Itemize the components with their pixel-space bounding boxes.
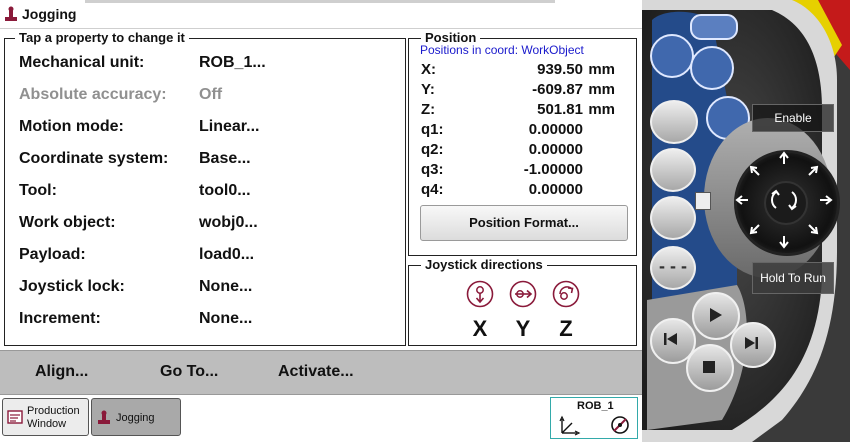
property-label: Work object: xyxy=(19,214,116,231)
increment-off-icon xyxy=(611,416,629,434)
position-label: Y: xyxy=(421,81,435,98)
position-row-q1: q1: 0.00000 xyxy=(421,120,621,140)
hold-to-run-label: Hold To Run xyxy=(760,271,826,285)
property-label: Joystick lock: xyxy=(19,278,125,295)
property-label: Coordinate system: xyxy=(19,150,169,167)
position-row-x: X: 939.50 mm xyxy=(421,60,621,80)
enable-button[interactable]: Enable xyxy=(752,104,834,132)
position-value: 0.00000 xyxy=(528,181,583,198)
taskbar: Production Window Jogging ROB_1 xyxy=(0,394,642,442)
goto-button[interactable]: Go To... xyxy=(160,363,218,381)
coordinate-system-icon xyxy=(559,415,581,436)
position-label: Z: xyxy=(421,101,436,118)
jogging-icon xyxy=(5,6,17,21)
command-bar: Align... Go To... Activate... xyxy=(0,350,642,395)
step-backward-icon xyxy=(664,333,677,345)
quickset-mech-unit[interactable]: ROB_1 xyxy=(550,397,638,439)
window-title: Jogging xyxy=(22,6,77,22)
joystick-directions-group: Joystick directions X Y Z xyxy=(408,257,637,346)
increment-dash-icon: - - - xyxy=(659,256,687,276)
stop-icon xyxy=(703,361,715,373)
property-value: load0... xyxy=(199,246,255,263)
position-unit: mm xyxy=(588,101,615,118)
property-value: wobj0... xyxy=(199,214,258,231)
property-value: Linear... xyxy=(199,118,260,135)
position-value: 0.00000 xyxy=(528,141,583,158)
position-row-y: Y: -609.87 mm xyxy=(421,80,621,100)
property-label: Mechanical unit: xyxy=(19,54,145,71)
position-value: 501.81 xyxy=(537,101,583,118)
position-value: -609.87 xyxy=(532,81,583,98)
production-window-label-line2: Window xyxy=(27,418,67,430)
joystick-axis-z: Z xyxy=(559,316,573,341)
jogging-task[interactable]: Jogging xyxy=(91,398,181,436)
position-value: -1.00000 xyxy=(523,161,583,178)
joystick-arrows-icon xyxy=(735,151,833,249)
position-label: X: xyxy=(421,61,436,78)
property-value: None... xyxy=(199,310,253,327)
position-row-q2: q2: 0.00000 xyxy=(421,140,621,160)
position-unit: mm xyxy=(588,81,615,98)
step-forward-icon xyxy=(745,337,758,349)
toggle-motion-mode-key[interactable] xyxy=(650,148,696,192)
enabling-device-tab xyxy=(695,192,711,210)
production-window-label-line1: Production xyxy=(27,405,80,417)
position-format-button[interactable]: Position Format... xyxy=(420,205,628,241)
programmable-key-3[interactable] xyxy=(690,46,734,90)
programmable-key-2[interactable] xyxy=(650,34,694,78)
property-value: tool0... xyxy=(199,182,251,199)
property-label: Absolute accuracy: xyxy=(19,86,167,103)
position-label: q4: xyxy=(421,181,444,198)
property-value: Base... xyxy=(199,150,251,167)
production-window-task[interactable]: Production Window xyxy=(2,398,89,436)
hold-to-run-button[interactable]: Hold To Run xyxy=(752,262,834,294)
position-label: q1: xyxy=(421,121,444,138)
joystick-x-icon xyxy=(466,280,494,308)
property-label: Payload: xyxy=(19,246,86,263)
toggle-coordinate-key[interactable] xyxy=(650,196,696,240)
select-mechanical-unit-key[interactable] xyxy=(650,100,698,144)
window-titlebar: Jogging xyxy=(0,0,642,29)
property-label: Increment: xyxy=(19,310,101,327)
joystick-axis-x: X xyxy=(472,316,488,341)
property-value: ROB_1... xyxy=(199,54,266,71)
position-row-q3: q3: -1.00000 xyxy=(421,160,621,180)
production-window-icon xyxy=(7,410,23,424)
position-group: Position Positions in coord: WorkObject … xyxy=(408,30,637,256)
properties-group-title: Tap a property to change it xyxy=(15,30,189,45)
joystick-group-title: Joystick directions xyxy=(421,257,547,272)
programmable-key-1[interactable] xyxy=(690,14,738,40)
position-unit: mm xyxy=(588,61,615,78)
align-button[interactable]: Align... xyxy=(35,363,88,381)
jogging-task-label: Jogging xyxy=(116,412,155,424)
activate-button[interactable]: Activate... xyxy=(278,363,354,381)
property-label: Tool: xyxy=(19,182,57,199)
joystick-z-icon xyxy=(552,280,580,308)
start-icon xyxy=(710,308,722,322)
jogging-task-icon xyxy=(98,410,110,424)
property-label: Motion mode: xyxy=(19,118,124,135)
joystick-axis-y: Y xyxy=(515,316,531,341)
properties-group: Tap a property to change it Mechanical u… xyxy=(4,30,406,346)
position-value: 0.00000 xyxy=(528,121,583,138)
flexpendant-screen: Jogging Tap a property to change it Mech… xyxy=(0,0,642,442)
position-row-q4: q4: 0.00000 xyxy=(421,180,621,200)
enable-label: Enable xyxy=(774,111,812,125)
position-coord-subtitle: Positions in coord: WorkObject xyxy=(420,43,584,57)
mech-unit-label: ROB_1 xyxy=(577,400,614,412)
property-value: None... xyxy=(199,278,253,295)
position-value: 939.50 xyxy=(537,61,583,78)
property-value: Off xyxy=(199,86,223,103)
position-label: q3: xyxy=(421,161,444,178)
position-label: q2: xyxy=(421,141,444,158)
joystick-y-icon xyxy=(509,280,537,308)
position-row-z: Z: 501.81 mm xyxy=(421,100,621,120)
flexpendant-hardware: - - - Enable Hold To Run xyxy=(642,0,850,442)
top-status-strip xyxy=(85,0,555,3)
